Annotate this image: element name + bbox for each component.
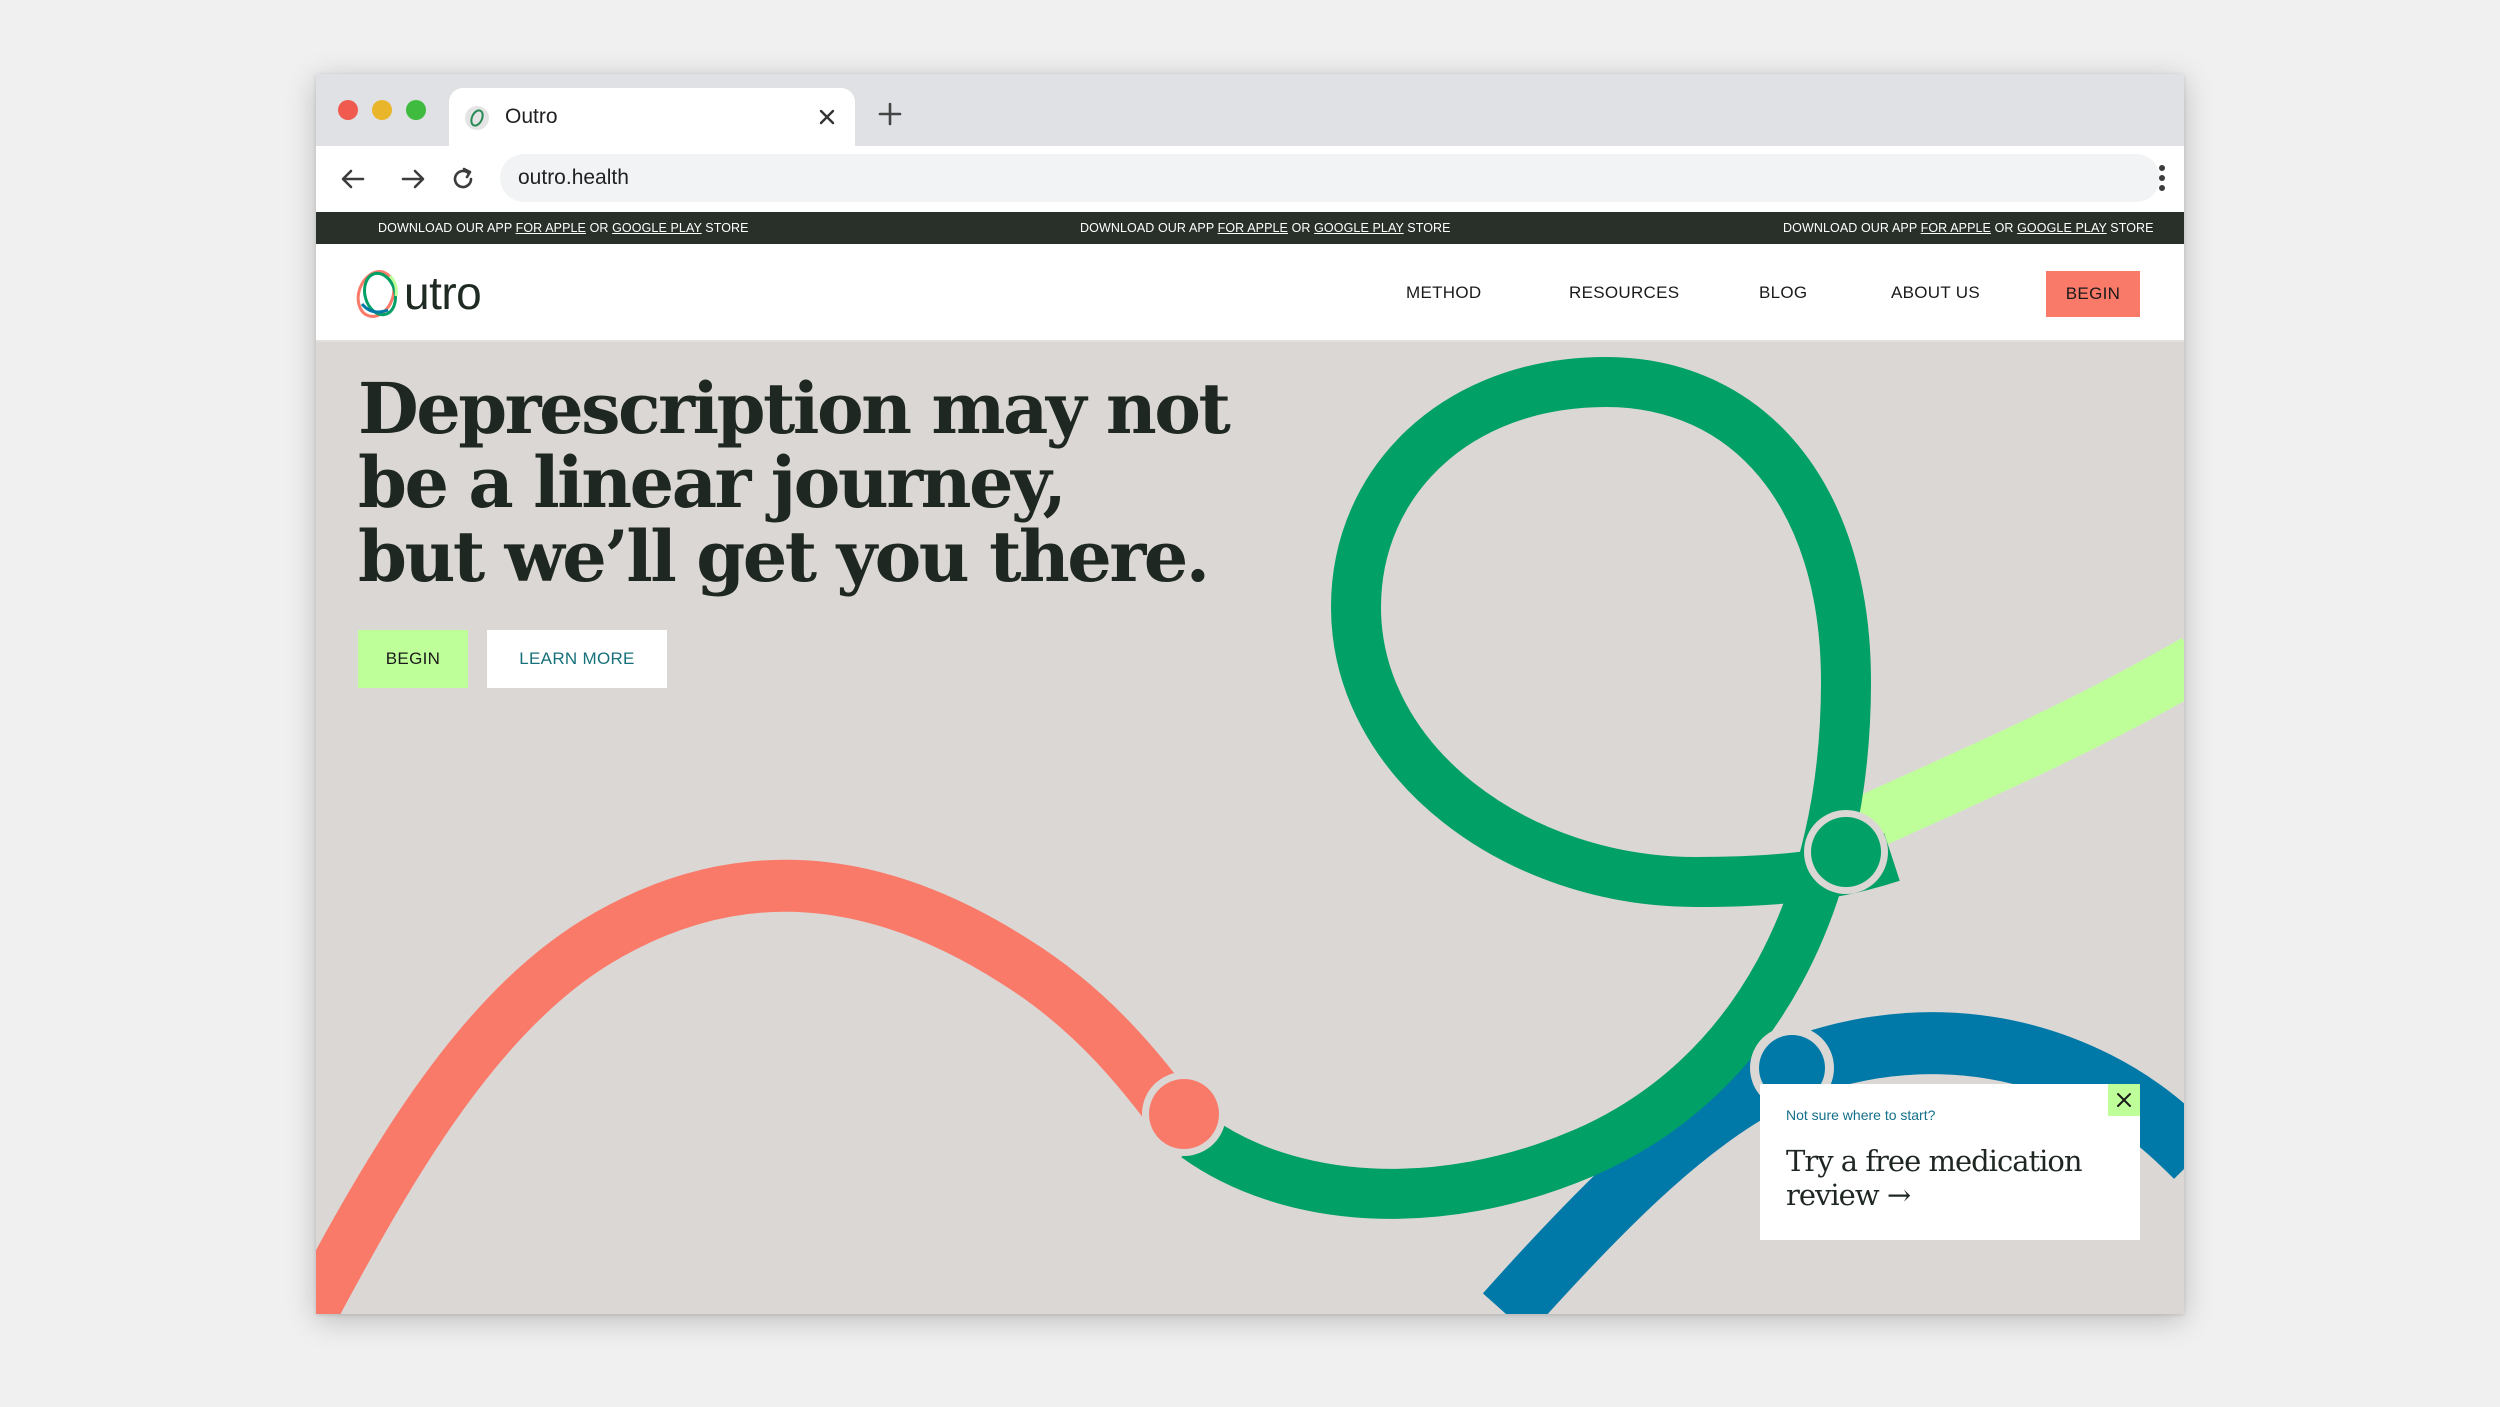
maximize-window-button[interactable] [406,100,426,120]
google-play-link[interactable]: GOOGLE PLAY [612,221,702,235]
google-play-link[interactable]: GOOGLE PLAY [2017,221,2107,235]
hero-headline-line: Deprescription may not [358,367,1231,450]
back-arrow-icon[interactable] [338,164,368,194]
apple-store-link[interactable]: FOR APPLE [516,221,586,235]
announcement-text: DOWNLOAD OUR APP FOR APPLE OR GOOGLE PLA… [1080,221,1451,235]
popup-cta-link[interactable]: Try a free medication review → [1786,1144,2106,1212]
logo-mark-icon [356,270,398,318]
announcement-bar: DOWNLOAD OUR APP FOR APPLE OR GOOGLE PLA… [316,212,2184,244]
coral-path [316,859,1208,1314]
hero-headline-line: be a linear journey, [358,441,1067,524]
site-header: utro METHOD RESOURCES BLOG ABOUT US BEGI… [316,244,2184,342]
nav-about-us[interactable]: ABOUT US [1891,282,1980,304]
nav-method[interactable]: METHOD [1406,282,1481,304]
tab-title: Outro [505,105,558,128]
announcement-text: DOWNLOAD OUR APP FOR APPLE OR GOOGLE PLA… [1783,221,2154,235]
web-page: DOWNLOAD OUR APP FOR APPLE OR GOOGLE PLA… [316,212,2184,1314]
hero-headline-line: but we’ll get you there. [358,515,1210,598]
medication-review-popup[interactable]: Not sure where to start? Try a free medi… [1760,1084,2140,1240]
address-bar[interactable]: outro.health [500,154,2160,202]
plus-icon[interactable] [876,100,904,128]
google-play-link[interactable]: GOOGLE PLAY [1314,221,1404,235]
hero-begin-button[interactable]: BEGIN [358,630,468,688]
nav-blog[interactable]: BLOG [1759,282,1807,304]
reload-icon[interactable] [448,164,478,194]
journey-node [1149,1079,1219,1149]
popup-close-button[interactable] [2108,1084,2140,1116]
close-icon [2117,1093,2131,1107]
kebab-menu-icon[interactable] [2152,162,2172,194]
learn-more-button[interactable]: LEARN MORE [487,630,667,688]
logo-text: utro [404,267,482,319]
apple-store-link[interactable]: FOR APPLE [1921,221,1991,235]
minimize-window-button[interactable] [372,100,392,120]
browser-tab[interactable]: Outro [449,88,855,146]
favicon-icon [465,106,489,130]
hero-headline: Deprescription may not be a linear journ… [358,372,1258,594]
browser-window: Outro outro.health DOWNLOAD OUR APP FOR … [316,74,2184,1314]
url-text: outro.health [518,166,629,189]
forward-arrow-icon[interactable] [398,164,428,194]
popup-eyebrow: Not sure where to start? [1786,1107,1936,1123]
nav-resources[interactable]: RESOURCES [1569,282,1679,304]
header-begin-button[interactable]: BEGIN [2046,271,2140,317]
journey-node [1811,817,1881,887]
close-icon[interactable] [813,103,841,131]
apple-store-link[interactable]: FOR APPLE [1218,221,1288,235]
close-window-button[interactable] [338,100,358,120]
hero-section: Deprescription may not be a linear journ… [316,342,2184,1314]
announcement-text: DOWNLOAD OUR APP FOR APPLE OR GOOGLE PLA… [378,221,749,235]
lime-path [1824,637,2184,863]
tab-strip: Outro [316,74,2184,146]
outro-logo[interactable]: utro [352,262,492,322]
